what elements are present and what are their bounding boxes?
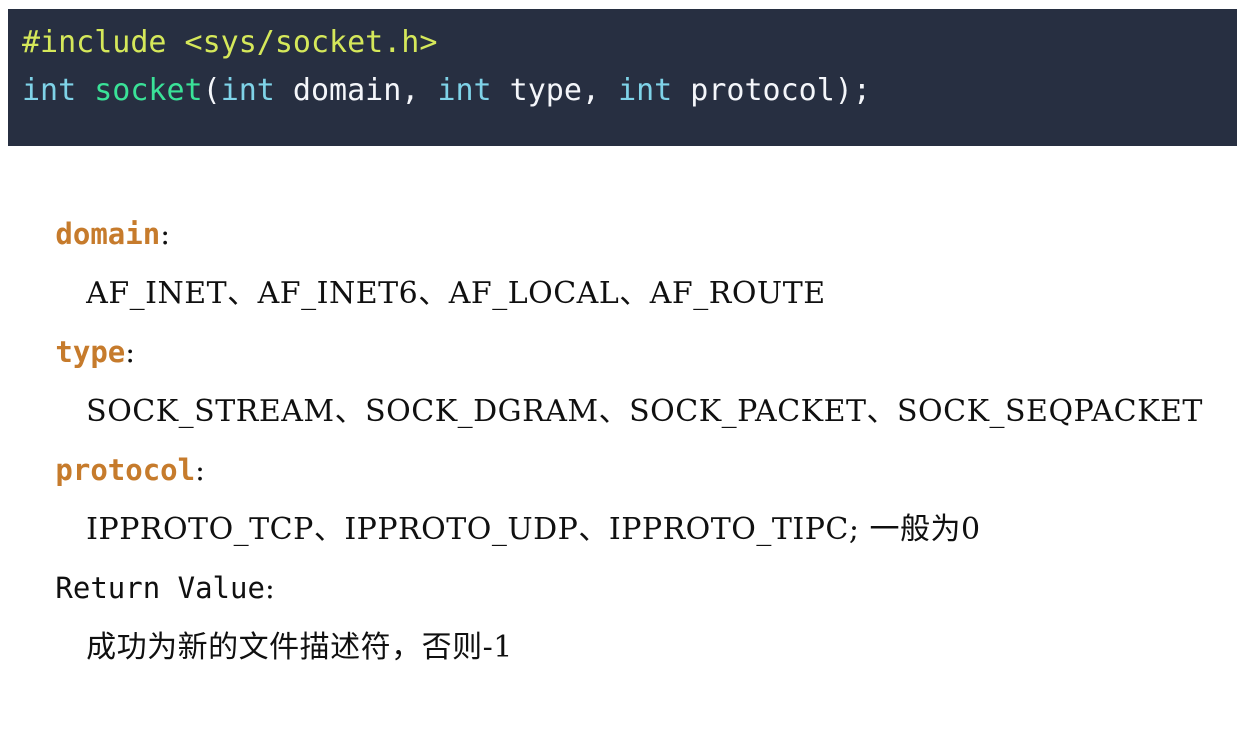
section-colon-protocol: :: [195, 453, 205, 487]
section-key-domain: domain: [55, 217, 161, 251]
code-token-keyword: int: [220, 73, 275, 108]
section-key-type: type: [55, 335, 126, 369]
section-colon-return-value: :: [264, 571, 275, 605]
code-token-plain: type,: [491, 73, 619, 108]
code-token-keyword: int: [22, 73, 77, 108]
section-colon-type: :: [125, 335, 136, 369]
code-token-func: socket: [94, 73, 203, 108]
section-key-return-value: Return Value: [55, 571, 265, 605]
section-value-text-return-value: 成功为新的文件描述符，否则-1: [86, 630, 513, 665]
code-token-preproc: #include <sys/socket.h>: [22, 25, 438, 60]
section-value-text-type: SOCK_STREAM、SOCK_DGRAM、SOCK_PACKET、SOCK_…: [86, 394, 1203, 429]
section-value-text-domain: AF_INET、AF_INET6、AF_LOCAL、AF_ROUTE: [86, 276, 826, 311]
code-token-keyword: int: [437, 73, 492, 108]
section-value-domain: AF_INET、AF_INET6、AF_LOCAL、AF_ROUTE: [0, 205, 1237, 311]
doc-body: domain: AF_INET、AF_INET6、AF_LOCAL、AF_ROU…: [0, 146, 1237, 665]
section-value-text-protocol: IPPROTO_TCP、IPPROTO_UDP、IPPROTO_TIPC; 一般…: [86, 512, 981, 547]
code-token-plain: domain,: [274, 73, 438, 108]
code-block: #include <sys/socket.h> int socket(int d…: [8, 9, 1237, 146]
section-colon-domain: :: [160, 217, 170, 251]
code-token-plain: protocol);: [672, 73, 871, 108]
section-key-protocol: protocol: [55, 453, 196, 487]
section-value-type: SOCK_STREAM、SOCK_DGRAM、SOCK_PACKET、SOCK_…: [0, 323, 1237, 429]
section-label-domain: domain:: [0, 146, 1237, 251]
code-line-signature: int socket(int domain, int type, int pro…: [22, 67, 1237, 115]
code-token-keyword: int: [618, 73, 673, 108]
code-token-plain: (: [202, 73, 221, 108]
code-line-include: #include <sys/socket.h>: [22, 19, 1237, 67]
